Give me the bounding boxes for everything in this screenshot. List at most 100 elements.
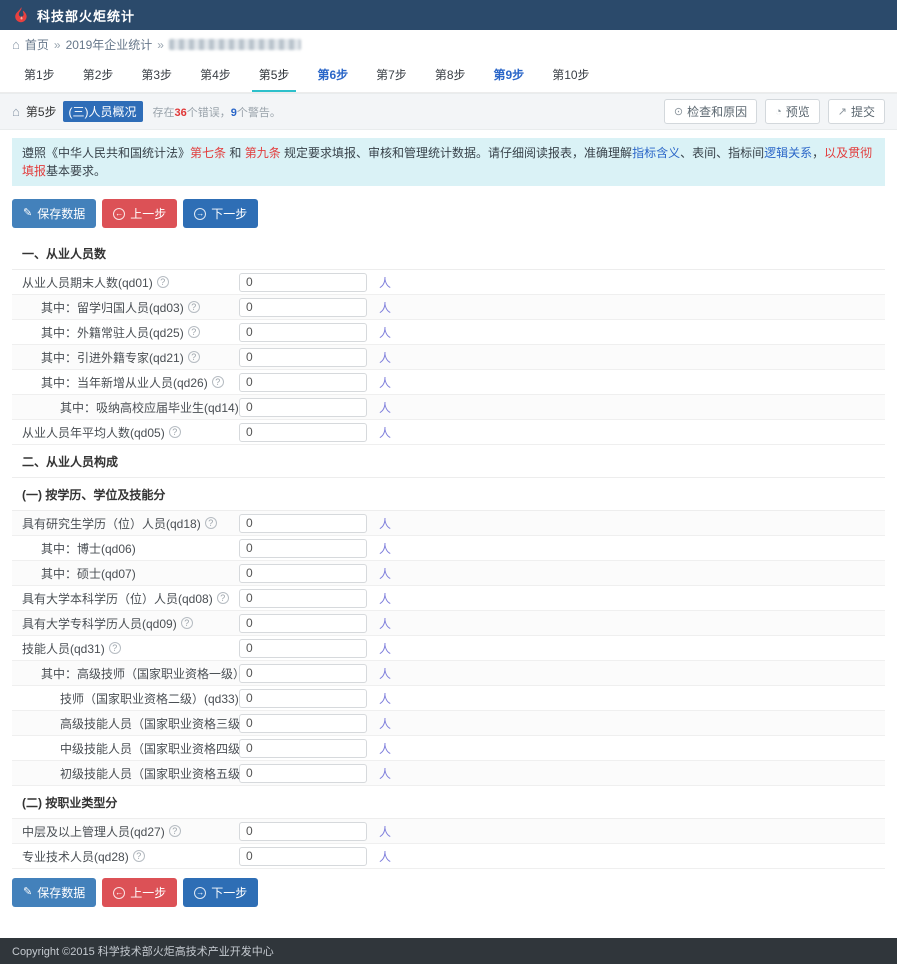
preview-label: 预览 (786, 103, 810, 120)
section-header-actions: ⊙ 检查和原因 ◔ 预览 ↗ 提交 (664, 99, 885, 124)
section-header-left: ⌂ 第5步 (三)人员概况 存在36个错误，9个警告。 (12, 101, 281, 122)
value-cell (239, 689, 367, 708)
help-icon[interactable]: ? (157, 276, 169, 288)
previous-step-button-bottom[interactable]: ← 上一步 (102, 878, 177, 907)
subsection-header: (二) 按职业类型分 (12, 786, 885, 819)
help-icon[interactable]: ? (188, 351, 200, 363)
unit-label: 人 (379, 324, 391, 341)
tab-step-9[interactable]: 第9步 (487, 57, 532, 92)
value-cell (239, 589, 367, 608)
unit-label: 人 (379, 399, 391, 416)
arrow-right-icon: → (194, 208, 206, 220)
action-buttons-bottom: ✎ 保存数据 ← 上一步 → 下一步 (0, 869, 897, 916)
tab-step-7[interactable]: 第7步 (369, 57, 414, 92)
unit-label: 人 (379, 615, 391, 632)
preview-button[interactable]: ◔ 预览 (765, 99, 820, 124)
value-input[interactable] (239, 714, 367, 733)
value-input[interactable] (239, 664, 367, 683)
value-input[interactable] (239, 589, 367, 608)
value-input[interactable] (239, 639, 367, 658)
help-icon[interactable]: ? (188, 326, 200, 338)
field-label: 从业人员年平均人数(qd05) (22, 424, 165, 441)
form-row: 具有大学专科学历人员(qd09)? 人 (12, 611, 885, 636)
value-input[interactable] (239, 514, 367, 533)
help-icon[interactable]: ? (212, 376, 224, 388)
page-container: ⌂ 首页 » 2019年企业统计 » 第1步第2步第3步第4步第5步第6步第7步… (0, 30, 897, 938)
save-data-button-bottom[interactable]: ✎ 保存数据 (12, 878, 96, 907)
value-input[interactable] (239, 298, 367, 317)
tab-step-5[interactable]: 第5步 (252, 57, 297, 92)
value-input[interactable] (239, 373, 367, 392)
field-label: 具有大学专科学历人员(qd09) (22, 615, 177, 632)
breadcrumb-home-link[interactable]: 首页 (25, 36, 49, 53)
unit-label: 人 (379, 565, 391, 582)
field-label: 专业技术人员(qd28) (22, 848, 129, 865)
check-reason-label: 检查和原因 (687, 103, 747, 120)
value-input[interactable] (239, 273, 367, 292)
unit-label: 人 (379, 765, 391, 782)
form-row: 其中：高级技师（国家职业资格一级）(qd32)?人 (12, 661, 885, 686)
submit-icon: ↗ (838, 105, 847, 118)
form-body: 一、从业人员数从业人员期末人数(qd01)?人其中：留学归国人员(qd03)?人… (12, 237, 885, 869)
tab-step-8[interactable]: 第8步 (428, 57, 473, 92)
tab-step-2[interactable]: 第2步 (76, 57, 121, 92)
value-input[interactable] (239, 822, 367, 841)
value-input[interactable] (239, 539, 367, 558)
value-input[interactable] (239, 764, 367, 783)
tab-step-6[interactable]: 第6步 (310, 57, 355, 92)
save-data-button[interactable]: ✎ 保存数据 (12, 199, 96, 228)
value-input[interactable] (239, 739, 367, 758)
help-icon[interactable]: ? (133, 850, 145, 862)
check-reason-button[interactable]: ⊙ 检查和原因 (664, 99, 757, 124)
help-icon[interactable]: ? (188, 301, 200, 313)
field-label-cell: 其中：高级技师（国家职业资格一级）(qd32)? (12, 665, 239, 682)
tab-step-3[interactable]: 第3步 (134, 57, 179, 92)
value-input[interactable] (239, 323, 367, 342)
value-input[interactable] (239, 398, 367, 417)
notice-segment: 规定要求填报、审核和管理统计数据。请仔细阅读报表，准确理解 (281, 146, 632, 160)
help-icon[interactable]: ? (169, 426, 181, 438)
help-icon[interactable]: ? (169, 825, 181, 837)
unit-label: 人 (379, 740, 391, 757)
subsection-header: (一) 按学历、学位及技能分 (12, 478, 885, 511)
previous-step-button[interactable]: ← 上一步 (102, 199, 177, 228)
field-label-cell: 其中：博士(qd06) (12, 540, 239, 557)
breadcrumb-separator: » (54, 38, 61, 52)
value-input[interactable] (239, 847, 367, 866)
value-input[interactable] (239, 348, 367, 367)
value-cell (239, 398, 367, 417)
field-label-cell: 其中：吸纳高校应届毕业生(qd14)? (12, 399, 239, 416)
value-cell (239, 614, 367, 633)
unit-label: 人 (379, 274, 391, 291)
submit-button[interactable]: ↗ 提交 (828, 99, 885, 124)
tab-step-4[interactable]: 第4步 (193, 57, 238, 92)
value-input[interactable] (239, 423, 367, 442)
statute-notice: 遵照《中华人民共和国统计法》第七条 和 第九条 规定要求填报、审核和管理统计数据… (12, 138, 885, 186)
form-row: 其中：当年新增从业人员(qd26)?人 (12, 370, 885, 395)
help-icon[interactable]: ? (217, 592, 229, 604)
help-icon[interactable]: ? (109, 642, 121, 654)
field-label-cell: 具有大学本科学历（位）人员(qd08)? (12, 590, 239, 607)
notice-segment: 遵照《中华人民共和国统计法》 (22, 146, 190, 160)
value-input[interactable] (239, 689, 367, 708)
value-input[interactable] (239, 564, 367, 583)
home-icon: ⌂ (12, 37, 20, 52)
value-cell (239, 739, 367, 758)
form-row: 高级技能人员（国家职业资格三级）(qd34)?人 (12, 711, 885, 736)
tab-step-1[interactable]: 第1步 (17, 57, 62, 92)
next-step-button-bottom[interactable]: → 下一步 (183, 878, 258, 907)
field-label-cell: 其中：硕士(qd07) (12, 565, 239, 582)
breadcrumb-survey-link[interactable]: 2019年企业统计 (66, 36, 153, 53)
value-cell (239, 639, 367, 658)
help-icon[interactable]: ? (181, 617, 193, 629)
help-icon[interactable]: ? (205, 517, 217, 529)
next-step-button[interactable]: → 下一步 (183, 199, 258, 228)
tab-step-10[interactable]: 第10步 (545, 57, 596, 92)
field-label: 其中：外籍常驻人员(qd25) (41, 324, 184, 341)
section-title-chip: (三)人员概况 (63, 101, 143, 122)
form-row: 技能人员(qd31)?人 (12, 636, 885, 661)
form-row: 具有研究生学历（位）人员(qd18)?人 (12, 511, 885, 536)
notice-segment: 第七条 (190, 146, 226, 160)
value-cell (239, 514, 367, 533)
value-input[interactable] (239, 614, 367, 633)
